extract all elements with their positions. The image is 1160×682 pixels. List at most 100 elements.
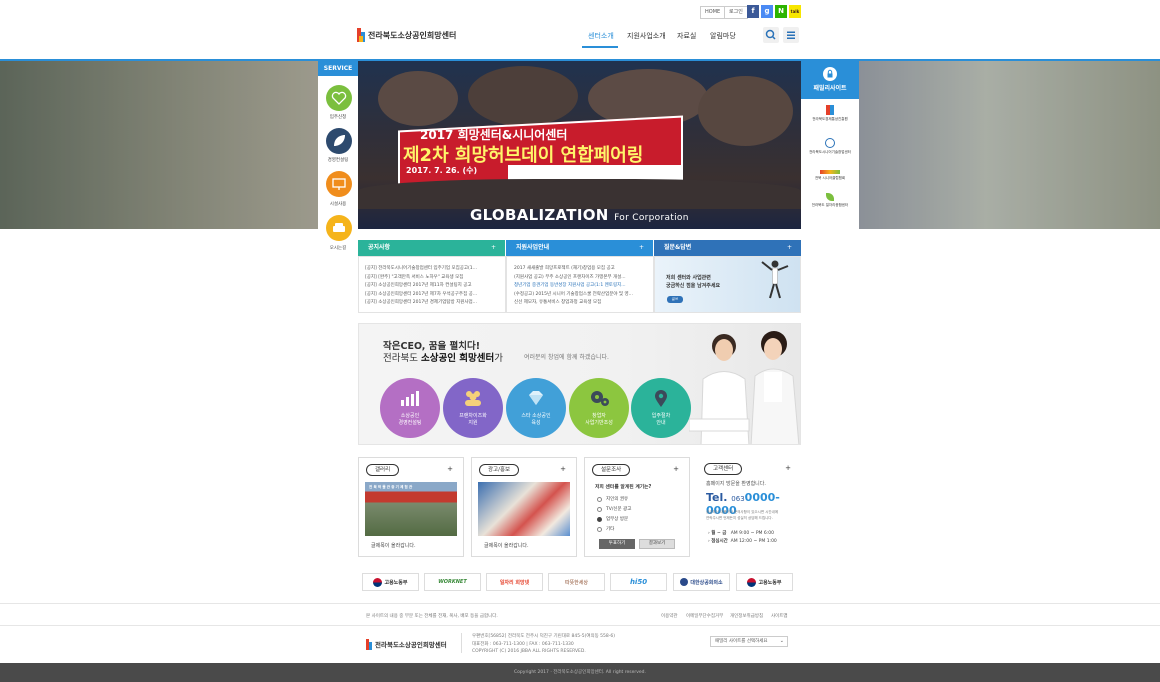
family-site-select[interactable]: 패밀리 사이트를 선택하세요 ⌄ (710, 636, 788, 647)
partner-logo-link[interactable]: 대한상공회의소 (673, 573, 730, 591)
circle-label-line1: 창업자 (592, 413, 606, 419)
list-item[interactable]: [공지] 소상공인희망센터 2017년 경제기업탐방 지원사업... (365, 299, 500, 305)
ad-more-button[interactable]: + (560, 465, 566, 473)
ad-widget: 광고/홍보 + 글제목이 올라갑니다. (471, 457, 577, 557)
radio-button[interactable] (597, 506, 602, 512)
ceo-sub-suffix: 가 (494, 353, 503, 364)
result-button[interactable]: 결과보기 (639, 539, 675, 549)
logo-text: 전라북도소상공인희망센터 (368, 30, 457, 40)
page-root: HOME 로그인 f g N talk 전라북도소상공인희망센터 센터소개 지원… (0, 0, 1160, 682)
service-directions-button[interactable] (326, 215, 352, 241)
list-item[interactable]: [공지] 소상공인희망센터 2017년 제11차 컨설팅지 공고 (365, 282, 500, 288)
facebook-icon[interactable]: f (747, 5, 759, 18)
footer-divider (0, 625, 1160, 626)
family-site-link[interactable]: 전라북도시니어기술창업센터 (806, 138, 854, 155)
partner-logo-link[interactable]: 따뜻한세상 (548, 573, 605, 591)
naver-icon[interactable]: N (775, 5, 787, 18)
ceo-star-business-button[interactable]: 스타 소상공인 육성 (506, 378, 566, 438)
footer-logo[interactable]: 전라북도소상공인희망센터 (366, 636, 447, 652)
notice-board-header[interactable]: 공지사항 + (358, 240, 505, 256)
survey-option[interactable]: 기타 (597, 526, 614, 532)
more-button[interactable]: + (639, 240, 644, 256)
nav-archive[interactable]: 자료실 (677, 31, 696, 41)
ad-title[interactable]: 광고/홍보 (479, 464, 520, 476)
hero-slide[interactable]: 2017 희망센터&시니어센터 제2차 희망허브데이 연합페어링 2017. 7… (358, 61, 801, 229)
survey-option[interactable]: 지인의 권유 (597, 496, 628, 502)
radio-button[interactable] (597, 526, 602, 532)
radio-button[interactable] (597, 496, 602, 502)
ceo-franchise-button[interactable]: 프랜차이즈화 지원 (443, 378, 503, 438)
more-button[interactable]: + (787, 240, 792, 256)
list-item[interactable]: [공지] [완주] "고객만족 서비스 노하우" 교육생 모집 (365, 274, 500, 280)
list-item[interactable]: 청년기업 중견기업 동반성장 지원사업 공고(1:1 멘토링지... (514, 282, 647, 288)
list-item[interactable]: 신선 제모자, 유통서비스 창업과정 교육생 모집 (514, 299, 647, 305)
survey-option[interactable]: TV/신문 광고 (597, 506, 631, 512)
hamburger-menu-icon (787, 31, 795, 39)
circle-label-line1: 프랜차이즈화 (459, 413, 487, 419)
customer-center-title[interactable]: 고객센터 (704, 463, 743, 475)
partner-logo-link[interactable]: hi50 (610, 573, 667, 591)
footer-link-privacy[interactable]: 개인정보취급방침 (730, 613, 763, 619)
list-item[interactable]: (수정공고) 2015년 시니어 기술창업스쿨 전략산업분야 및 영... (514, 291, 647, 297)
service-title: SERVICE (318, 61, 358, 76)
crowd-shape (358, 179, 801, 209)
home-link[interactable]: HOME (700, 6, 726, 19)
gears-icon (591, 391, 609, 406)
qna-board-header[interactable]: 질문&답변 + (654, 240, 801, 256)
footer-link-terms[interactable]: 이용약관 (661, 613, 678, 619)
partner-logo-link[interactable]: 고용노동부 (362, 573, 419, 591)
footer-copyright-small: COPYRIGHT (C) 2016 JBBA ALL RIGHTS RESER… (472, 649, 586, 654)
menu-button[interactable] (783, 27, 799, 43)
ceo-move-in-guide-button[interactable]: 입주절차 안내 (631, 378, 691, 438)
nav-center-intro[interactable]: 센터소개 (588, 31, 614, 41)
ceo-sub-prefix: 전라북도 (383, 353, 421, 364)
list-item[interactable]: [공지] 전라북도시니어기술창업센터 입주기업 모집공고(1... (365, 265, 500, 271)
survey-more-button[interactable]: + (673, 465, 679, 473)
circle-label-line2: 안내 (656, 420, 666, 426)
family-select-value: 패밀리 사이트를 선택하세요 (715, 639, 768, 644)
bottom-copyright-bar: Copyright 2017 · 전라북도소상공인희망센터. All right… (0, 663, 1160, 682)
taeguk-icon (373, 577, 383, 587)
ad-caption[interactable]: 글제목이 올라갑니다. (484, 542, 529, 549)
ceo-consulting-button[interactable]: 소상공인 경영컨설팅 (380, 378, 440, 438)
gallery-more-button[interactable]: + (447, 465, 453, 473)
survey-title[interactable]: 설문조사 (592, 464, 631, 476)
people-icon (465, 391, 481, 406)
list-item[interactable]: (지원사업 공고) 무주 소상공인 프랜차이즈 가맹본부 개설... (514, 274, 647, 280)
vote-button[interactable]: 투표하기 (599, 539, 635, 549)
more-button[interactable]: + (491, 240, 496, 256)
partner-logo-link[interactable]: 고용노동부 (736, 573, 793, 591)
google-icon[interactable]: g (761, 5, 773, 18)
gallery-caption[interactable]: 글제목이 올라갑니다. (371, 542, 416, 549)
service-consulting-button[interactable] (326, 128, 352, 154)
list-item[interactable]: [공지] 소상공인희망센터 2017년 제7차 우석공구주집 공... (365, 291, 500, 297)
kakao-icon[interactable]: talk (789, 5, 801, 18)
logo-mark-icon (366, 638, 372, 650)
partner-logo-link[interactable]: WORKNET (424, 573, 481, 591)
partner-logo-link[interactable]: 일자리 희망넷 (486, 573, 543, 591)
survey-option[interactable]: 업무상 방문 (597, 516, 628, 522)
ceo-tagline: 여러분의 창업에 함께 하겠습니다. (524, 354, 609, 361)
nav-support-programs[interactable]: 지원사업소개 (627, 31, 666, 41)
service-move-in-button[interactable] (326, 85, 352, 111)
family-site-link[interactable]: 전라북도경제통상진흥원 (806, 105, 854, 122)
gallery-thumbnail[interactable] (365, 482, 457, 536)
ad-thumbnail[interactable] (478, 482, 570, 536)
support-board-header[interactable]: 지원사업안내 + (506, 240, 653, 256)
site-logo[interactable]: 전라북도소상공인희망센터 (357, 27, 456, 43)
service-facility-button[interactable] (326, 171, 352, 197)
radio-button-selected[interactable] (597, 516, 602, 522)
service-label: 경영컨설팅 (327, 158, 349, 163)
nav-notice-board[interactable]: 알림마당 (710, 31, 736, 41)
footer-link-email-refusal[interactable]: 이메일무단수집거부 (686, 613, 723, 619)
family-site-link[interactable]: 전북 시니어클럽협회 (806, 170, 854, 181)
list-item[interactable]: 2017 새새출발 희망프로젝트 (재기)창업용 모집 공고 (514, 265, 647, 271)
gallery-title[interactable]: 갤러리 (366, 464, 400, 476)
family-site-link[interactable]: 전라북도 일자리종합센터 (806, 193, 854, 208)
qna-write-button[interactable]: 글쓰 (667, 296, 683, 303)
login-link[interactable]: 로그인 (724, 6, 748, 19)
customer-center-more-button[interactable]: + (785, 464, 791, 472)
footer-link-sitemap[interactable]: 사이트맵 (771, 613, 788, 619)
ceo-startup-base-button[interactable]: 창업자 사업기반조성 (569, 378, 629, 438)
search-button[interactable] (763, 27, 779, 43)
